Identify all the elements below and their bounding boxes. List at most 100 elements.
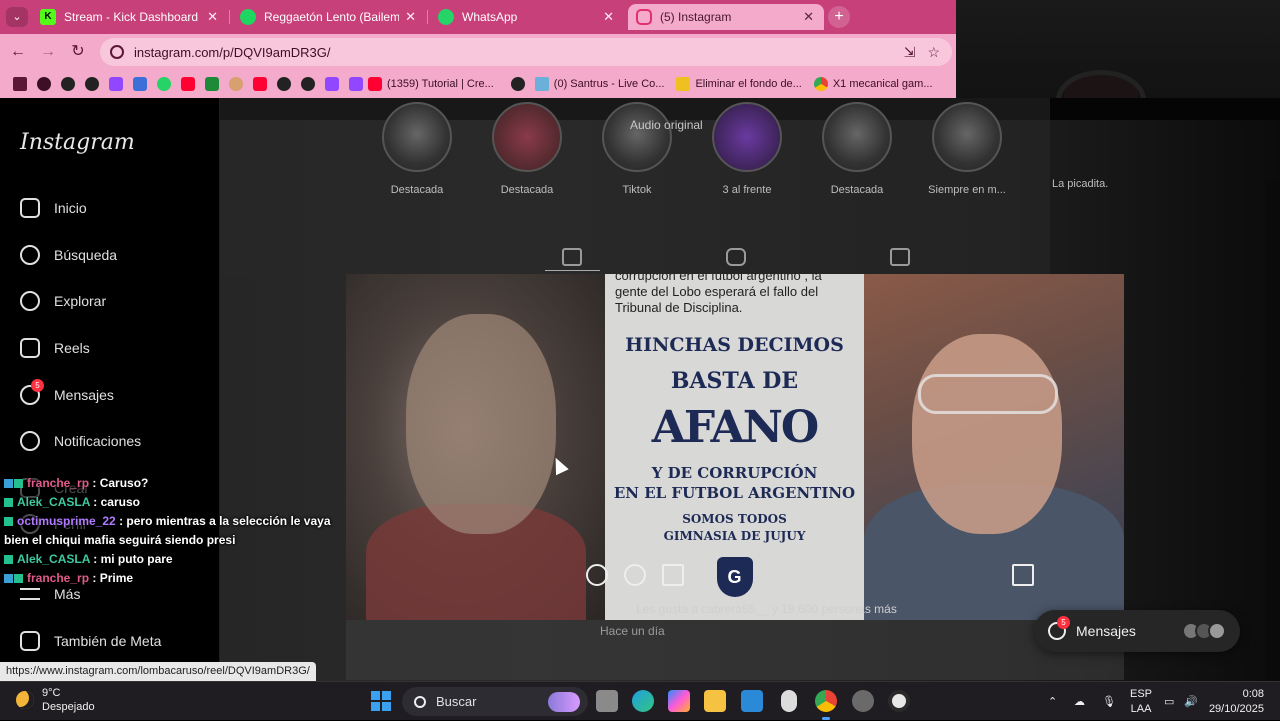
highlight-item[interactable]: Tiktok bbox=[582, 102, 692, 196]
bookmark-santrus[interactable]: (0) Santrus - Live Co... bbox=[534, 77, 664, 91]
vscode-icon[interactable] bbox=[741, 690, 763, 712]
highlight-cover bbox=[712, 102, 782, 172]
obs-icon[interactable] bbox=[852, 690, 874, 712]
tab-instagram[interactable]: (5) Instagram ✕ bbox=[628, 4, 824, 30]
badge-icon bbox=[14, 574, 23, 583]
address-bar[interactable]: instagram.com/p/DQVI9amDR3G/ ⇲ ☆ bbox=[100, 38, 952, 66]
nav-search[interactable]: Búsqueda bbox=[20, 241, 117, 269]
highlight-item[interactable]: Destacada bbox=[802, 102, 912, 196]
nav-meta[interactable]: También de Meta bbox=[20, 627, 161, 655]
youtube-icon[interactable] bbox=[253, 77, 267, 91]
windows-start-icon[interactable] bbox=[371, 691, 391, 711]
close-icon[interactable]: ✕ bbox=[603, 9, 614, 25]
bookmark-icon[interactable] bbox=[133, 77, 147, 91]
extensions-icon[interactable] bbox=[37, 77, 51, 91]
video-panel-left[interactable] bbox=[346, 274, 605, 620]
highlight-label: Siempre en m... bbox=[928, 184, 1006, 196]
nav-home[interactable]: Inicio bbox=[20, 194, 87, 222]
reload-icon[interactable]: ↻ bbox=[68, 42, 88, 62]
display-icon[interactable]: ▭ bbox=[1164, 682, 1174, 721]
link-preview-status: https://www.instagram.com/lombacaruso/re… bbox=[0, 662, 316, 681]
copilot-icon[interactable] bbox=[668, 690, 690, 712]
tab-search-button[interactable]: ⌄ bbox=[6, 7, 28, 27]
highlight-item[interactable]: Siempre en m... bbox=[912, 102, 1022, 196]
language-indicator[interactable]: ESP LAA bbox=[1130, 687, 1152, 717]
bookmark-removebg[interactable]: Eliminar el fondo de... bbox=[676, 77, 802, 91]
video-panel-right[interactable] bbox=[864, 274, 1124, 620]
taskbar-search[interactable]: Buscar bbox=[402, 687, 588, 716]
excel-icon[interactable] bbox=[205, 77, 219, 91]
nav-explore[interactable]: Explorar bbox=[20, 287, 106, 315]
apps-grid-icon[interactable] bbox=[13, 77, 27, 91]
close-icon[interactable]: ✕ bbox=[803, 9, 814, 25]
microphone-icon[interactable]: 🎙 bbox=[1102, 682, 1116, 721]
mouse-app-icon[interactable] bbox=[781, 690, 797, 712]
highlight-item[interactable]: Destacada bbox=[362, 102, 472, 196]
tab-spotify[interactable]: Reggaetón Lento (Bailemos) • C ✕ bbox=[232, 4, 426, 30]
weather-widget[interactable]: 9°C Despejado bbox=[16, 686, 95, 714]
chat-text: : caruso bbox=[93, 495, 140, 509]
highlight-item[interactable]: Destacada bbox=[472, 102, 582, 196]
highlight-cover bbox=[822, 102, 892, 172]
chrome-icon[interactable] bbox=[815, 690, 837, 712]
compass-icon bbox=[20, 291, 40, 311]
avatar-icon[interactable] bbox=[229, 77, 243, 91]
like-heart-icon[interactable] bbox=[586, 564, 608, 586]
scrollbar[interactable] bbox=[1266, 182, 1280, 681]
youtube-icon bbox=[368, 77, 382, 91]
close-icon[interactable]: ✕ bbox=[207, 9, 218, 25]
onedrive-icon[interactable]: ☁ bbox=[1074, 682, 1085, 721]
nav-reels[interactable]: Reels bbox=[20, 334, 90, 362]
nav-label: Más bbox=[54, 586, 81, 602]
twitch-icon[interactable] bbox=[325, 77, 339, 91]
file-explorer-icon[interactable] bbox=[704, 690, 726, 712]
chrome-icon[interactable] bbox=[61, 77, 75, 91]
chrome-icon[interactable] bbox=[277, 77, 291, 91]
messages-button[interactable]: 5 Mensajes bbox=[1034, 610, 1240, 652]
bookmark-youtube-tutorial[interactable]: (1359) Tutorial | Cre... bbox=[368, 77, 494, 91]
highlight-item[interactable]: 3 al frente bbox=[692, 102, 802, 196]
post-modal: corrupción en el fútbol argentino , la g… bbox=[346, 274, 1124, 620]
chrome-icon[interactable] bbox=[301, 77, 315, 91]
chat-username: franche_rp bbox=[27, 476, 90, 490]
tagged-icon[interactable] bbox=[890, 248, 910, 266]
chrome-icon[interactable] bbox=[85, 77, 99, 91]
volume-icon[interactable]: 🔊 bbox=[1184, 682, 1198, 721]
reels-icon[interactable] bbox=[726, 248, 746, 266]
badge-icon bbox=[14, 479, 23, 488]
save-bookmark-icon[interactable] bbox=[1012, 564, 1034, 586]
close-icon[interactable]: ✕ bbox=[405, 9, 416, 25]
tab-whatsapp[interactable]: WhatsApp ✕ bbox=[430, 4, 624, 30]
chrome-icon[interactable] bbox=[510, 77, 525, 91]
share-icon[interactable] bbox=[662, 564, 684, 586]
highlight-cover bbox=[382, 102, 452, 172]
grid-icon[interactable] bbox=[562, 248, 582, 266]
tab-kick[interactable]: K Stream - Kick Dashboard ✕ bbox=[32, 4, 228, 30]
comment-icon[interactable] bbox=[624, 564, 646, 586]
instagram-logo[interactable]: Instagram bbox=[20, 130, 135, 155]
bookmark-mecanical[interactable]: X1 mecanical gam... bbox=[813, 77, 933, 91]
nav-messages[interactable]: 5 Mensajes bbox=[20, 379, 114, 409]
nav-notifications[interactable]: Notificaciones bbox=[20, 427, 141, 455]
task-view-icon[interactable] bbox=[596, 690, 618, 712]
app-icon[interactable] bbox=[888, 690, 910, 712]
youtube-icon[interactable] bbox=[181, 77, 195, 91]
system-clock[interactable]: 0:08 29/10/2025 bbox=[1208, 687, 1264, 717]
forward-arrow-icon[interactable]: → bbox=[38, 42, 58, 62]
nav-label: Búsqueda bbox=[54, 247, 118, 263]
new-tab-button[interactable]: + bbox=[828, 6, 850, 28]
twitch-icon[interactable] bbox=[109, 77, 123, 91]
site-info-icon[interactable] bbox=[110, 45, 124, 59]
bookmark-star-icon[interactable]: ☆ bbox=[927, 44, 940, 61]
back-arrow-icon[interactable]: ← bbox=[8, 42, 28, 62]
headline-basta: BASTA DE bbox=[670, 368, 799, 394]
twitch-icon bbox=[534, 77, 549, 91]
install-app-icon[interactable]: ⇲ bbox=[904, 44, 916, 61]
whatsapp-icon[interactable] bbox=[157, 77, 171, 91]
highlight-label[interactable]: La picadita. bbox=[1052, 178, 1108, 190]
likes-count[interactable]: Les gusta a cabrera55__ y 19.600 persona… bbox=[636, 602, 897, 616]
edge-icon[interactable] bbox=[632, 690, 654, 712]
nav-label: Notificaciones bbox=[54, 433, 142, 449]
twitch-icon[interactable] bbox=[349, 77, 363, 91]
tray-chevron-icon[interactable]: ⌃ bbox=[1048, 682, 1057, 721]
